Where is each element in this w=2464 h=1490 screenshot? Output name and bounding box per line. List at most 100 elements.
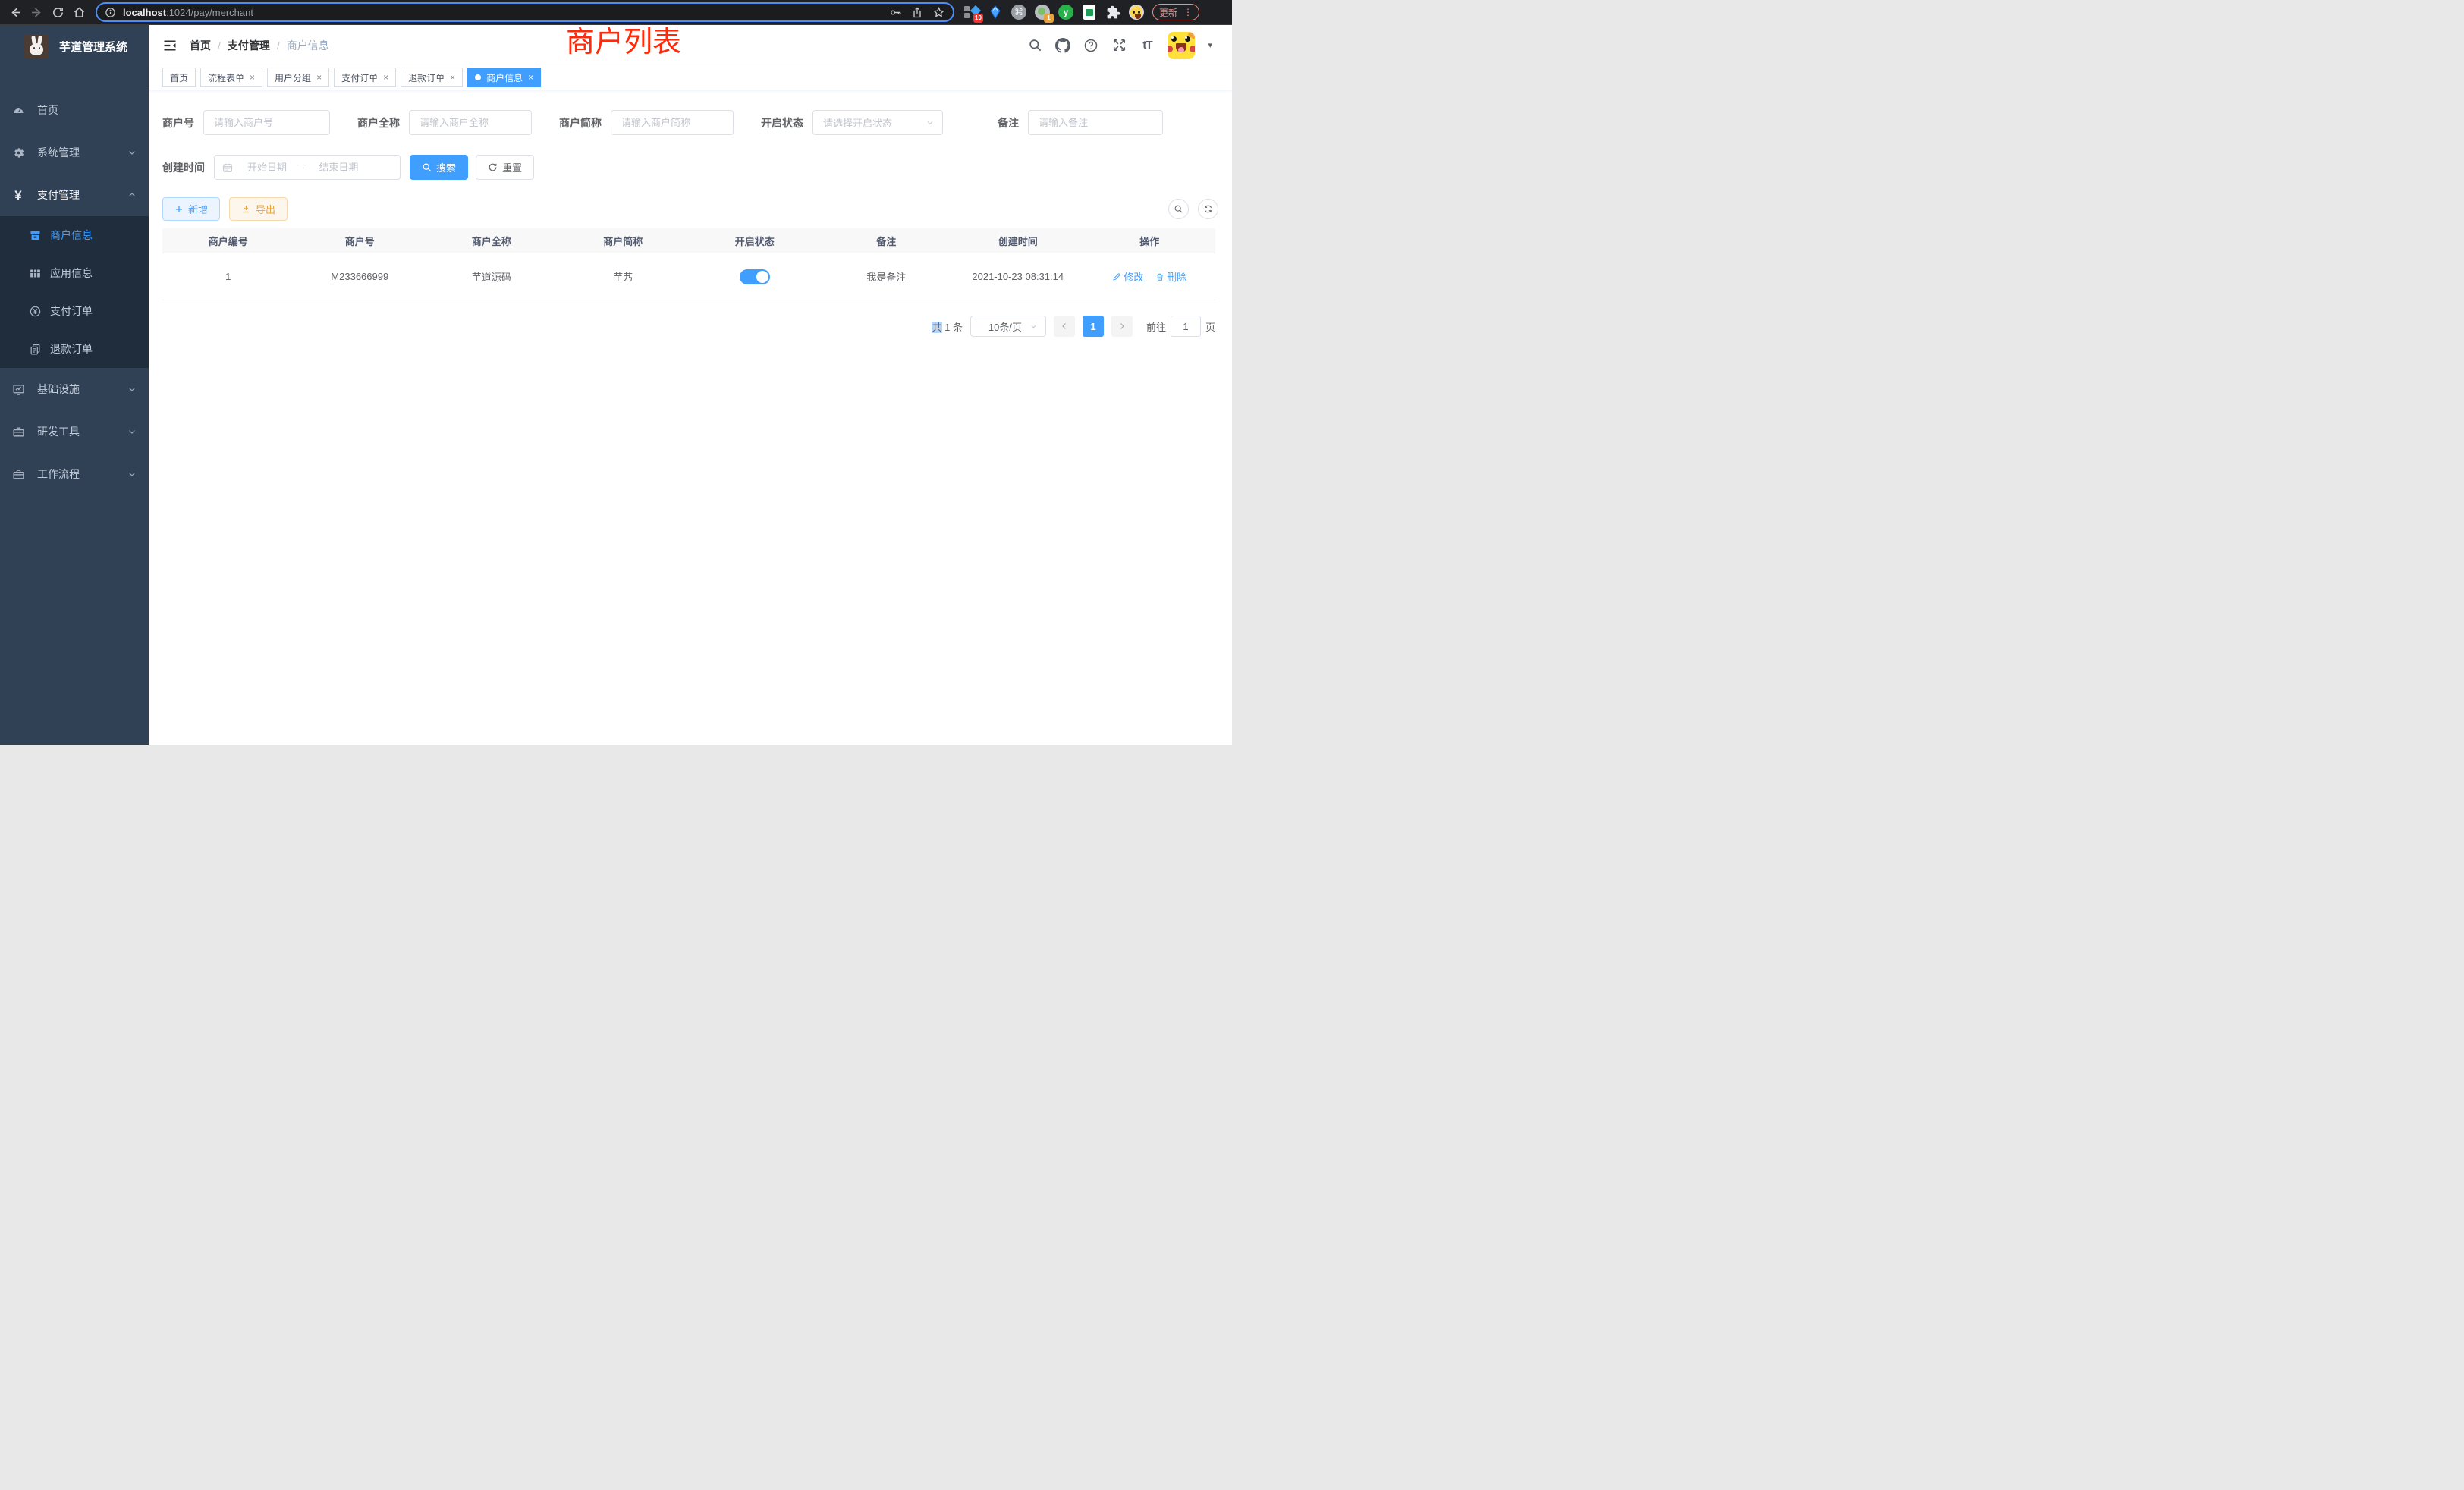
extension-command-icon[interactable]: ⌘ xyxy=(1010,4,1027,20)
delete-link-label: 删除 xyxy=(1167,269,1186,284)
tab-pay-order[interactable]: 支付订单 × xyxy=(334,68,396,87)
merchant-no-input[interactable] xyxy=(203,110,330,135)
tab-label: 流程表单 xyxy=(208,71,244,84)
reset-button[interactable]: 重置 xyxy=(476,155,534,180)
breadcrumb-home[interactable]: 首页 xyxy=(190,38,211,53)
extensions-puzzle-icon[interactable] xyxy=(1105,4,1121,20)
extension-recorder-icon[interactable]: 1 xyxy=(1034,4,1051,20)
sidebar-item-label: 支付管理 xyxy=(37,187,80,203)
help-icon[interactable] xyxy=(1083,38,1098,53)
sidebar-item-refund-order[interactable]: 退款订单 xyxy=(0,330,149,368)
goto-page-input[interactable] xyxy=(1171,316,1201,337)
tab-process-form[interactable]: 流程表单 × xyxy=(200,68,262,87)
status-label: 开启状态 xyxy=(761,115,803,130)
tab-label: 首页 xyxy=(170,71,188,84)
pagination-total-highlight: 共 xyxy=(932,322,941,333)
browser-back-button[interactable] xyxy=(5,2,26,22)
user-avatar[interactable] xyxy=(1168,32,1195,59)
extension-y-icon[interactable]: y xyxy=(1058,4,1074,20)
sidebar-item-dev-tools[interactable]: 研发工具 xyxy=(0,410,149,453)
create-time-range-picker[interactable]: - xyxy=(214,155,401,180)
search-icon[interactable] xyxy=(1027,38,1042,53)
update-label: 更新 xyxy=(1159,6,1177,19)
extension-tampermonkey-icon[interactable]: 10 xyxy=(963,4,980,20)
tab-refund-order[interactable]: 退款订单 × xyxy=(401,68,463,87)
tab-merchant-info[interactable]: 商户信息 × xyxy=(467,68,541,87)
prev-page-button[interactable] xyxy=(1054,316,1075,337)
sidebar-item-pay-order[interactable]: 支付订单 xyxy=(0,292,149,330)
chevron-down-icon xyxy=(127,427,137,436)
short-name-input[interactable] xyxy=(611,110,734,135)
address-bar[interactable]: localhost:1024/pay/merchant xyxy=(96,2,954,22)
tab-close-icon[interactable]: × xyxy=(383,73,388,82)
add-button[interactable]: 新增 xyxy=(162,197,220,221)
toggle-search-button[interactable] xyxy=(1168,199,1189,219)
export-button[interactable]: 导出 xyxy=(229,197,288,221)
pagination: 共 1 条 10条/页 1 前往 xyxy=(162,316,1215,337)
tab-close-icon[interactable]: × xyxy=(528,73,533,82)
sidebar-collapse-button[interactable] xyxy=(162,38,178,53)
search-button-label: 搜索 xyxy=(436,160,456,174)
user-dropdown-caret-icon[interactable]: ▾ xyxy=(1208,40,1212,50)
extension-gem-icon[interactable] xyxy=(987,4,1004,20)
page-unit-label: 页 xyxy=(1205,319,1215,334)
browser-home-button[interactable] xyxy=(68,2,90,22)
table-header-row: 商户编号 商户号 商户全称 商户简称 开启状态 备注 创建时间 操作 xyxy=(162,228,1215,253)
start-date-input[interactable] xyxy=(239,162,295,173)
arrow-left-icon xyxy=(9,6,22,19)
sidebar-item-system[interactable]: 系统管理 xyxy=(0,131,149,174)
edit-link-label: 修改 xyxy=(1124,269,1143,284)
breadcrumb-separator: / xyxy=(218,39,221,52)
col-header-create-time: 创建时间 xyxy=(952,234,1084,248)
browser-forward-button[interactable] xyxy=(26,2,47,22)
page-content: 商户号 商户全称 商户简称 开启状态 请选择开启状态 备注 xyxy=(149,90,1232,337)
bookmark-star-icon[interactable] xyxy=(932,6,945,19)
edit-link[interactable]: 修改 xyxy=(1112,269,1143,284)
font-size-icon[interactable]: tT xyxy=(1139,38,1155,53)
reload-icon xyxy=(52,6,64,19)
sidebar-item-home[interactable]: 首页 xyxy=(0,89,149,131)
col-header-actions: 操作 xyxy=(1084,234,1216,248)
gem-icon xyxy=(988,5,1003,20)
fullscreen-icon[interactable] xyxy=(1111,38,1127,53)
tab-close-icon[interactable]: × xyxy=(250,73,255,82)
browser-profile-avatar[interactable] xyxy=(1128,4,1145,20)
sidebar-item-infrastructure[interactable]: 基础设施 xyxy=(0,368,149,410)
search-button[interactable]: 搜索 xyxy=(410,155,468,180)
status-select[interactable]: 请选择开启状态 xyxy=(812,110,943,135)
page-size-select[interactable]: 10条/页 xyxy=(970,316,1046,337)
tab-home[interactable]: 首页 xyxy=(162,68,196,87)
sidebar-item-workflow[interactable]: 工作流程 xyxy=(0,453,149,495)
browser-menu-icon[interactable]: ⋮ xyxy=(1183,7,1193,17)
sidebar-item-label: 应用信息 xyxy=(50,266,93,281)
sidebar-logo[interactable]: 芋道管理系统 xyxy=(0,25,149,68)
next-page-button[interactable] xyxy=(1111,316,1133,337)
documents-icon xyxy=(29,343,42,356)
navbar-right-icons: tT ▾ xyxy=(1027,32,1212,59)
full-name-input[interactable] xyxy=(409,110,532,135)
toolbox-icon xyxy=(11,467,25,481)
refresh-table-button[interactable] xyxy=(1198,199,1218,219)
date-range-separator: - xyxy=(301,162,304,173)
status-toggle[interactable] xyxy=(740,269,770,284)
extension-badge: 10 xyxy=(973,14,983,23)
github-icon[interactable] xyxy=(1055,38,1070,53)
sidebar-item-merchant-info[interactable]: 商户信息 xyxy=(0,216,149,254)
chrome-update-button[interactable]: 更新 ⋮ xyxy=(1152,4,1199,20)
key-icon[interactable] xyxy=(889,6,902,19)
extension-notes-icon[interactable] xyxy=(1081,4,1098,20)
page-1-button[interactable]: 1 xyxy=(1083,316,1104,337)
tab-label: 退款订单 xyxy=(408,71,445,84)
tab-close-icon[interactable]: × xyxy=(316,73,322,82)
breadcrumb-payment[interactable]: 支付管理 xyxy=(228,38,270,53)
sidebar-item-payment[interactable]: ¥ 支付管理 xyxy=(0,174,149,216)
delete-link[interactable]: 删除 xyxy=(1155,269,1186,284)
tab-close-icon[interactable]: × xyxy=(450,73,455,82)
tab-user-group[interactable]: 用户分组 × xyxy=(267,68,329,87)
browser-reload-button[interactable] xyxy=(47,2,68,22)
sidebar-item-app-info[interactable]: 应用信息 xyxy=(0,254,149,292)
remark-input[interactable] xyxy=(1028,110,1163,135)
url-host: localhost xyxy=(123,7,166,18)
share-icon[interactable] xyxy=(911,6,923,19)
end-date-input[interactable] xyxy=(310,162,366,173)
